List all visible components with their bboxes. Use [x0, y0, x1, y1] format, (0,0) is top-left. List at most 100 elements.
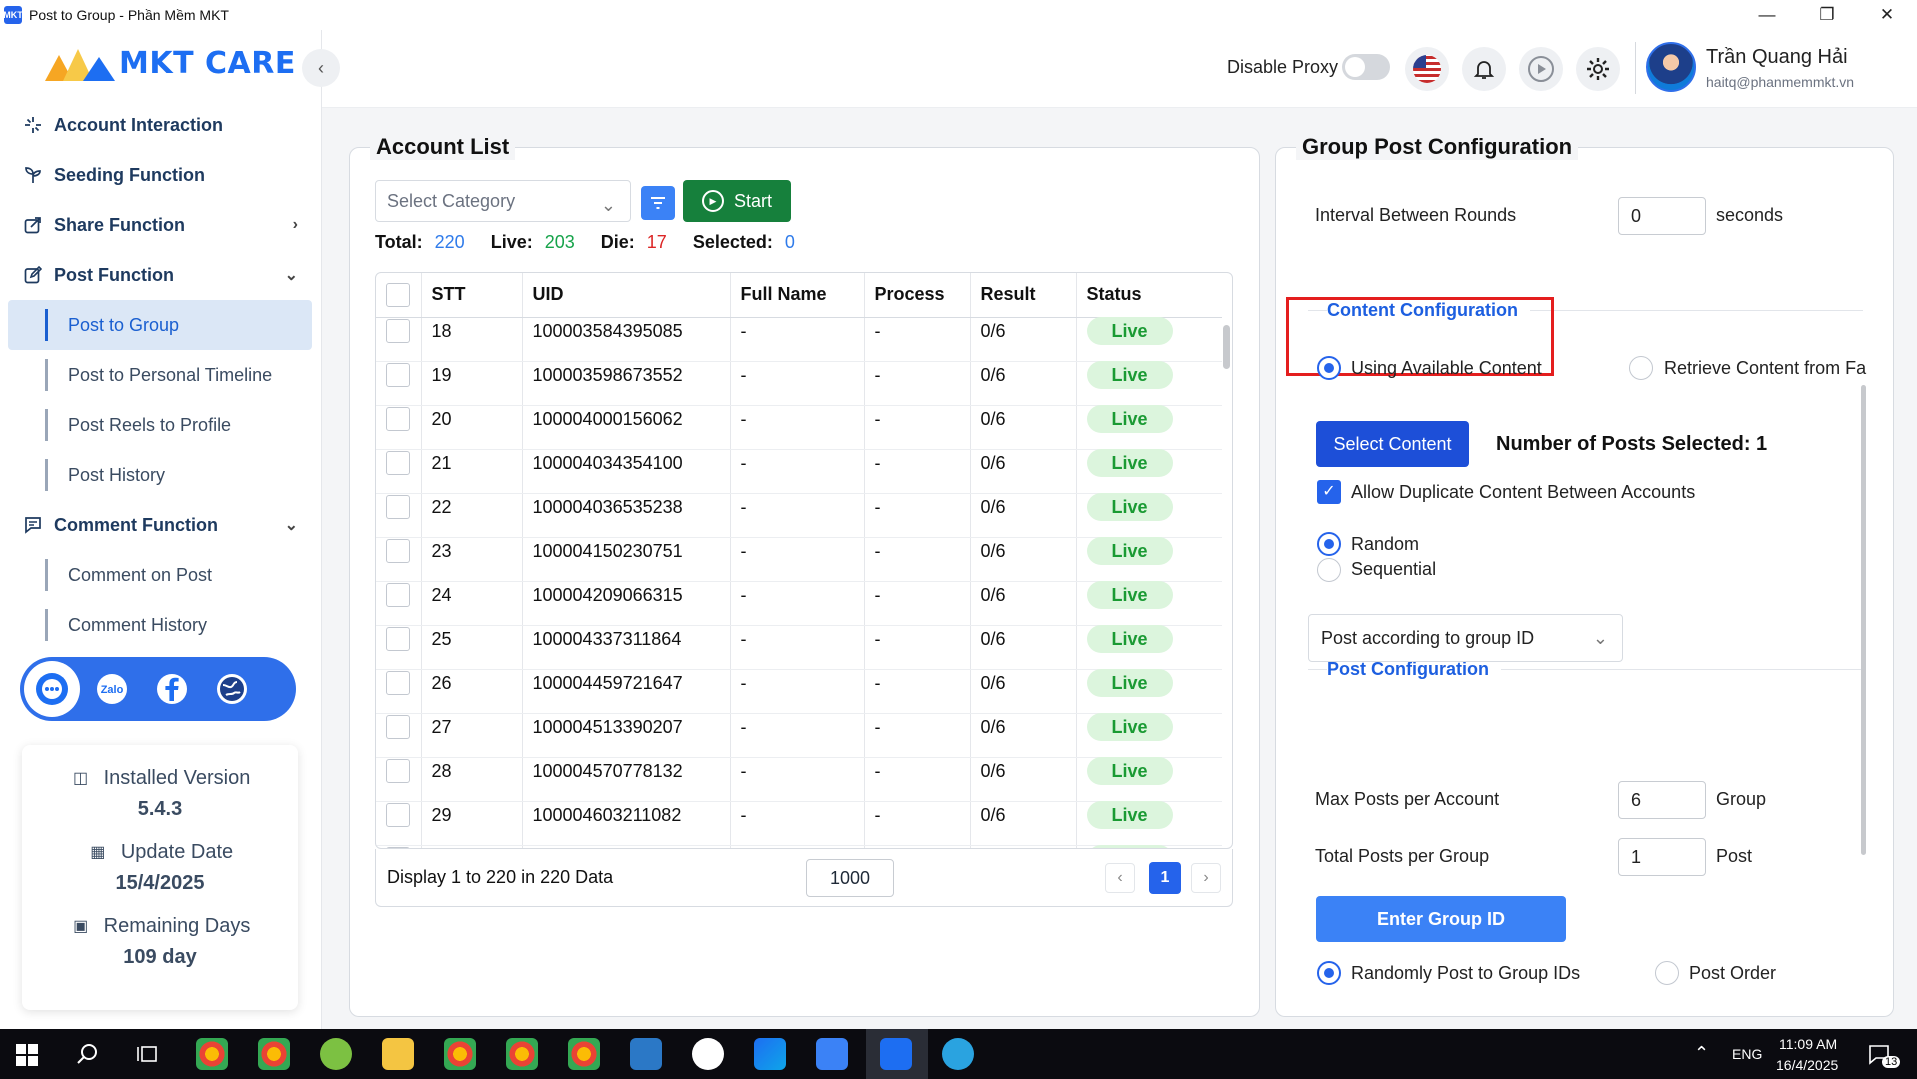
- tray-chevron-icon[interactable]: ⌃: [1694, 1043, 1709, 1064]
- radio-retrieve-content[interactable]: [1629, 356, 1653, 380]
- interval-input[interactable]: 0: [1618, 197, 1706, 235]
- zalo-taskbar-icon[interactable]: [692, 1038, 724, 1070]
- clock-date[interactable]: 16/4/2025: [1776, 1057, 1838, 1073]
- user-avatar[interactable]: [1646, 42, 1696, 92]
- next-page-button[interactable]: ›: [1191, 863, 1221, 893]
- row-checkbox[interactable]: [386, 759, 410, 783]
- row-checkbox[interactable]: [386, 803, 410, 827]
- sidebar-item-post-to-group[interactable]: Post to Group: [8, 300, 312, 350]
- table-row[interactable]: 25 100004337311864- -0/6 Live: [376, 617, 1222, 662]
- sidebar-item-post-history[interactable]: Post History: [8, 450, 312, 500]
- table-row[interactable]: 28 100004570778132- -0/6 Live: [376, 749, 1222, 794]
- nav-post-function[interactable]: Post Function ⌄: [0, 250, 322, 300]
- table-row[interactable]: 23 100004150230751- -0/6 Live: [376, 529, 1222, 574]
- nav-comment-function[interactable]: Comment Function ⌄: [0, 500, 322, 550]
- row-checkbox[interactable]: [386, 363, 410, 387]
- collapse-sidebar-button[interactable]: ‹: [302, 49, 340, 87]
- green-app-icon[interactable]: [320, 1038, 352, 1070]
- chrome-profile-2-icon[interactable]: [444, 1038, 476, 1070]
- blue-app-icon[interactable]: [754, 1038, 786, 1070]
- row-checkbox[interactable]: [386, 583, 410, 607]
- nav-account-interaction[interactable]: Account Interaction: [0, 100, 322, 150]
- website-globe-icon[interactable]: [204, 661, 260, 717]
- category-select[interactable]: Select Category ⌄: [375, 180, 631, 222]
- row-checkbox[interactable]: [386, 671, 410, 695]
- current-page-button[interactable]: 1: [1149, 862, 1181, 894]
- table-row[interactable]: 18 100003584395085- -0/6 Live: [376, 309, 1222, 354]
- max-posts-input[interactable]: 6: [1618, 781, 1706, 819]
- row-checkbox[interactable]: [386, 715, 410, 739]
- file-explorer-icon[interactable]: [382, 1038, 414, 1070]
- language-flag-button[interactable]: [1405, 47, 1449, 91]
- config-scrollbar[interactable]: [1861, 385, 1866, 855]
- row-checkbox[interactable]: [386, 407, 410, 431]
- cell-process: -: [864, 529, 971, 574]
- radio-using-available-content[interactable]: [1317, 356, 1341, 380]
- start-button[interactable]: ▶ Start: [683, 180, 791, 222]
- table-row[interactable]: 19 100003598673552- -0/6 Live: [376, 353, 1222, 398]
- clock-time[interactable]: 11:09 AM: [1779, 1036, 1837, 1052]
- post-mode-select[interactable]: Post according to group ID ⌄: [1308, 614, 1623, 662]
- facebook-icon[interactable]: [144, 661, 200, 717]
- table-scrollbar[interactable]: [1223, 325, 1230, 369]
- table-row[interactable]: 27 100004513390207- -0/6 Live: [376, 705, 1222, 750]
- chrome-icon[interactable]: [196, 1038, 228, 1070]
- task-view-icon[interactable]: [136, 1043, 158, 1065]
- windows-start-icon[interactable]: [16, 1044, 38, 1066]
- table-row[interactable]: 30100004759390047--0/6Live: [376, 837, 1222, 848]
- chrome-profile-icon[interactable]: [258, 1038, 290, 1070]
- nav-share-function[interactable]: Share Function ›: [0, 200, 322, 250]
- table-row[interactable]: 21 100004034354100- -0/6 Live: [376, 441, 1222, 486]
- row-checkbox[interactable]: [386, 539, 410, 563]
- close-icon[interactable]: ✕: [1857, 0, 1917, 30]
- row-checkbox[interactable]: [386, 451, 410, 475]
- proxy-toggle[interactable]: [1342, 54, 1390, 80]
- nav-seeding-function[interactable]: Seeding Function: [0, 150, 322, 200]
- table-row[interactable]: 26 100004459721647- -0/6 Live: [376, 661, 1222, 706]
- radio-random[interactable]: [1317, 532, 1341, 556]
- restore-icon[interactable]: ❐: [1797, 0, 1857, 30]
- row-checkbox[interactable]: [386, 495, 410, 519]
- chrome-profile-3-icon[interactable]: [506, 1038, 538, 1070]
- search-icon[interactable]: [76, 1043, 98, 1065]
- settings-button[interactable]: [1576, 47, 1620, 91]
- filter-button[interactable]: [641, 186, 675, 220]
- cell-stt: 19: [421, 353, 523, 398]
- status-badge: Live: [1086, 449, 1173, 477]
- mkt-care-taskbar-icon[interactable]: [880, 1038, 912, 1070]
- page-size-input[interactable]: 1000: [806, 859, 894, 897]
- radio-sequential[interactable]: [1317, 558, 1341, 582]
- sidebar-item-post-reels[interactable]: Post Reels to Profile: [8, 400, 312, 450]
- remote-desktop-icon[interactable]: [630, 1038, 662, 1070]
- select-content-button[interactable]: Select Content: [1316, 421, 1469, 467]
- telegram-icon[interactable]: [942, 1038, 974, 1070]
- mkt-app-icon[interactable]: [816, 1038, 848, 1070]
- minimize-icon[interactable]: —: [1737, 0, 1797, 30]
- table-row[interactable]: 20 100004000156062- -0/6 Live: [376, 397, 1222, 442]
- row-checkbox[interactable]: [386, 627, 410, 651]
- play-tutorial-button[interactable]: [1519, 47, 1563, 91]
- support-chat-icon[interactable]: [24, 661, 80, 717]
- allow-duplicate-checkbox[interactable]: ✓: [1317, 480, 1341, 504]
- select-all-checkbox[interactable]: [386, 282, 410, 307]
- prev-page-button[interactable]: ‹: [1105, 863, 1135, 893]
- sidebar-item-post-timeline[interactable]: Post to Personal Timeline: [8, 350, 312, 400]
- notification-button[interactable]: [1462, 47, 1506, 91]
- cell-process: -: [864, 485, 971, 530]
- radio-post-order[interactable]: [1655, 961, 1679, 985]
- enter-group-id-button[interactable]: Enter Group ID: [1316, 896, 1566, 942]
- radio-random-group[interactable]: [1317, 961, 1341, 985]
- row-checkbox[interactable]: [386, 319, 410, 343]
- zalo-icon[interactable]: Zalo: [84, 661, 140, 717]
- table-row[interactable]: 22 100004036535238- -0/6 Live: [376, 485, 1222, 530]
- cell-process: -: [864, 793, 971, 838]
- proxy-label: Disable Proxy: [1227, 57, 1339, 77]
- chrome-profile-4-icon[interactable]: [568, 1038, 600, 1070]
- total-posts-input[interactable]: 1: [1618, 838, 1706, 876]
- sparkle-icon: [22, 115, 44, 135]
- language-indicator[interactable]: ENG: [1732, 1046, 1762, 1062]
- sidebar-item-comment-history[interactable]: Comment History: [8, 600, 312, 650]
- sidebar-item-comment-on-post[interactable]: Comment on Post: [8, 550, 312, 600]
- table-row[interactable]: 29 100004603211082- -0/6 Live: [376, 793, 1222, 838]
- table-row[interactable]: 24 100004209066315- -0/6 Live: [376, 573, 1222, 618]
